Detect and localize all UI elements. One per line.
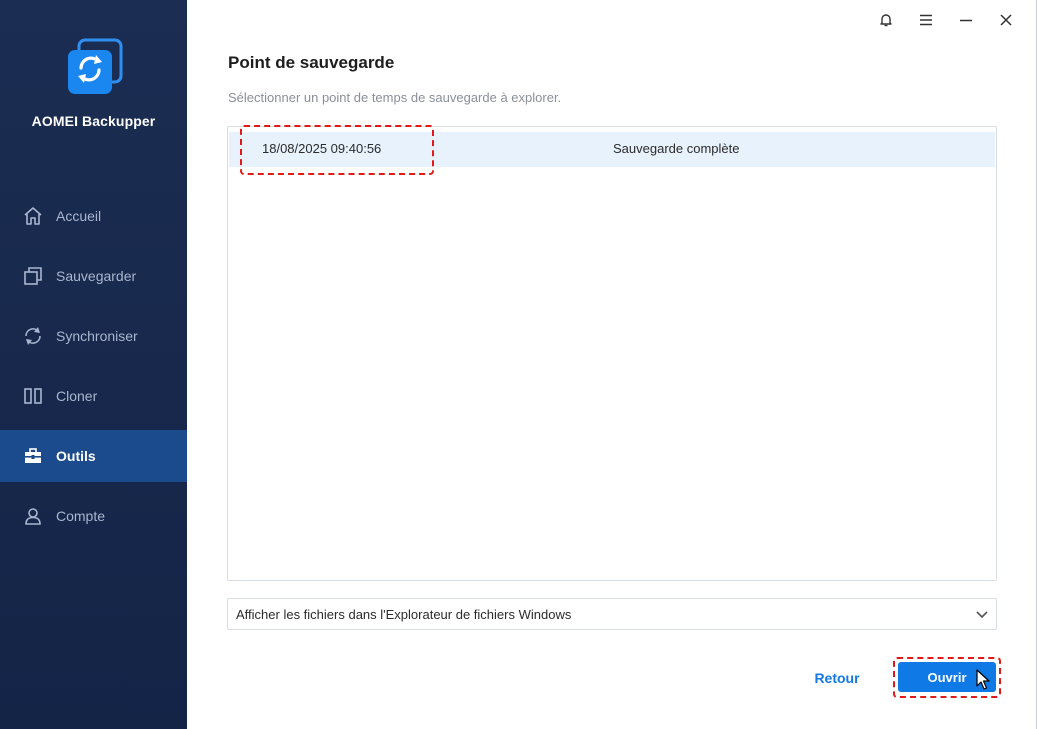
sidebar-item-label: Accueil <box>56 208 102 224</box>
open-button[interactable]: Ouvrir <box>898 662 996 692</box>
backup-point-datetime: 18/08/2025 09:40:56 <box>262 141 382 156</box>
sidebar: AOMEI Backupper Accueil Sauvegarder Sync… <box>0 0 187 729</box>
backup-point-row[interactable]: 18/08/2025 09:40:56 Sauvegarde complète <box>229 132 995 167</box>
sidebar-item-label: Synchroniser <box>56 328 138 344</box>
sync-icon <box>22 325 44 347</box>
sidebar-item-cloner[interactable]: Cloner <box>0 370 187 422</box>
sidebar-item-sauvegarder[interactable]: Sauvegarder <box>0 250 187 302</box>
app-name: AOMEI Backupper <box>31 113 156 129</box>
open-mode-select[interactable]: Afficher les fichiers dans l'Explorateur… <box>227 598 997 630</box>
sidebar-nav: Accueil Sauvegarder Synchroniser Cloner <box>0 190 187 550</box>
minimize-icon[interactable] <box>946 8 986 32</box>
page-subtitle: Sélectionner un point de temps de sauveg… <box>228 90 562 105</box>
clone-icon <box>22 385 44 407</box>
app-logo-icon <box>65 38 123 96</box>
window-controls <box>866 8 1026 32</box>
menu-icon[interactable] <box>906 8 946 32</box>
user-icon <box>22 505 44 527</box>
app-logo-area: AOMEI Backupper <box>0 38 187 129</box>
backup-point-list[interactable]: 18/08/2025 09:40:56 Sauvegarde complète <box>227 126 997 581</box>
sidebar-item-label: Sauvegarder <box>56 268 137 284</box>
open-mode-selected: Afficher les fichiers dans l'Explorateur… <box>236 607 572 622</box>
toolbox-icon <box>22 445 44 467</box>
sidebar-item-compte[interactable]: Compte <box>0 490 187 542</box>
backup-icon <box>22 265 44 287</box>
back-button[interactable]: Retour <box>797 665 877 691</box>
page-title: Point de sauvegarde <box>228 53 395 72</box>
app-window: AOMEI Backupper Accueil Sauvegarder Sync… <box>0 0 1037 729</box>
sidebar-item-accueil[interactable]: Accueil <box>0 190 187 242</box>
sidebar-item-outils[interactable]: Outils <box>0 430 187 482</box>
bell-icon[interactable] <box>866 8 906 32</box>
sidebar-item-label: Cloner <box>56 388 98 404</box>
sidebar-item-label: Outils <box>56 448 96 464</box>
main-panel: Point de sauvegarde Sélectionner un poin… <box>187 0 1037 729</box>
sidebar-item-synchroniser[interactable]: Synchroniser <box>0 310 187 362</box>
sidebar-item-label: Compte <box>56 508 106 524</box>
backup-point-type: Sauvegarde complète <box>613 141 740 156</box>
home-icon <box>22 205 44 227</box>
chevron-down-icon <box>974 606 990 622</box>
close-icon[interactable] <box>986 8 1026 32</box>
